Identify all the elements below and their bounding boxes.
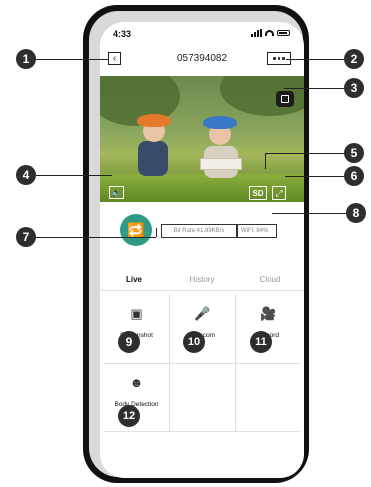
callout-7: 7: [16, 227, 36, 247]
callout-3: 3: [344, 78, 364, 98]
callout-11: 11: [250, 331, 272, 353]
callout-line-3: [284, 88, 344, 89]
wifi-strength-readout: WiFi: 84%: [237, 224, 277, 238]
callout-5: 5: [344, 143, 364, 163]
callout-line-7: [36, 237, 156, 238]
callout-1: 1: [16, 49, 36, 69]
callout-10: 10: [183, 331, 205, 353]
tab-history[interactable]: History: [168, 270, 236, 290]
callout-line-4: [36, 175, 112, 176]
callout-line-2: [286, 59, 344, 60]
bitrate-readout: Bit Rate:41.99KB/s: [161, 224, 237, 238]
battery-icon: [277, 30, 290, 36]
callout-4: 4: [16, 165, 36, 185]
callout-line-5b: [265, 153, 266, 169]
intercom-button[interactable]: 🎤 Intercom: [170, 294, 235, 363]
status-time: 4:33: [113, 29, 132, 39]
speaker-button[interactable]: 🔈: [109, 186, 124, 199]
callout-line-7b: [156, 228, 157, 237]
signal-icon: [251, 29, 262, 37]
status-icons: [251, 29, 290, 37]
screenshot-button[interactable]: ▣ Screenshot: [104, 294, 169, 363]
callout-12: 12: [118, 405, 140, 427]
live-video-feed[interactable]: 🔈 SD ⤢: [100, 76, 304, 202]
fullscreen-button[interactable]: ⤢: [272, 186, 286, 200]
camera-status-icon[interactable]: [276, 91, 294, 107]
callout-line-6: [285, 176, 344, 177]
ellipsis-icon: [273, 57, 276, 60]
callout-9: 9: [118, 331, 140, 353]
callout-line-1: [36, 59, 109, 60]
sd-quality-button[interactable]: SD: [249, 186, 267, 200]
record-button[interactable]: 🎥 Record: [236, 294, 301, 363]
tab-live[interactable]: Live: [100, 270, 168, 290]
video-record-icon: 🎥: [260, 306, 277, 321]
camera-link-icon: 🔁: [127, 221, 145, 238]
body-detection-label: Body Detection: [114, 401, 159, 408]
phone-frame: 4:33 ‹ 057394082 🔈 SD ⤢ 🔁 Bit Rate:41.99…: [83, 5, 309, 483]
screenshot-icon: ▣: [130, 306, 143, 321]
device-status-button[interactable]: 🔁: [120, 214, 152, 246]
microphone-icon: 🎤: [194, 306, 211, 321]
callout-8: 8: [346, 203, 366, 223]
callout-2: 2: [344, 49, 364, 69]
view-tabs: Live History Cloud: [100, 270, 304, 291]
tab-cloud[interactable]: Cloud: [236, 270, 304, 290]
wifi-icon: [265, 30, 274, 36]
body-detection-icon: ☻: [129, 375, 144, 390]
expand-icon: ⤢: [275, 187, 283, 198]
callout-line-5: [265, 153, 344, 154]
callout-6: 6: [344, 166, 364, 186]
callout-line-8: [272, 213, 346, 214]
speaker-icon: 🔈: [111, 188, 122, 197]
